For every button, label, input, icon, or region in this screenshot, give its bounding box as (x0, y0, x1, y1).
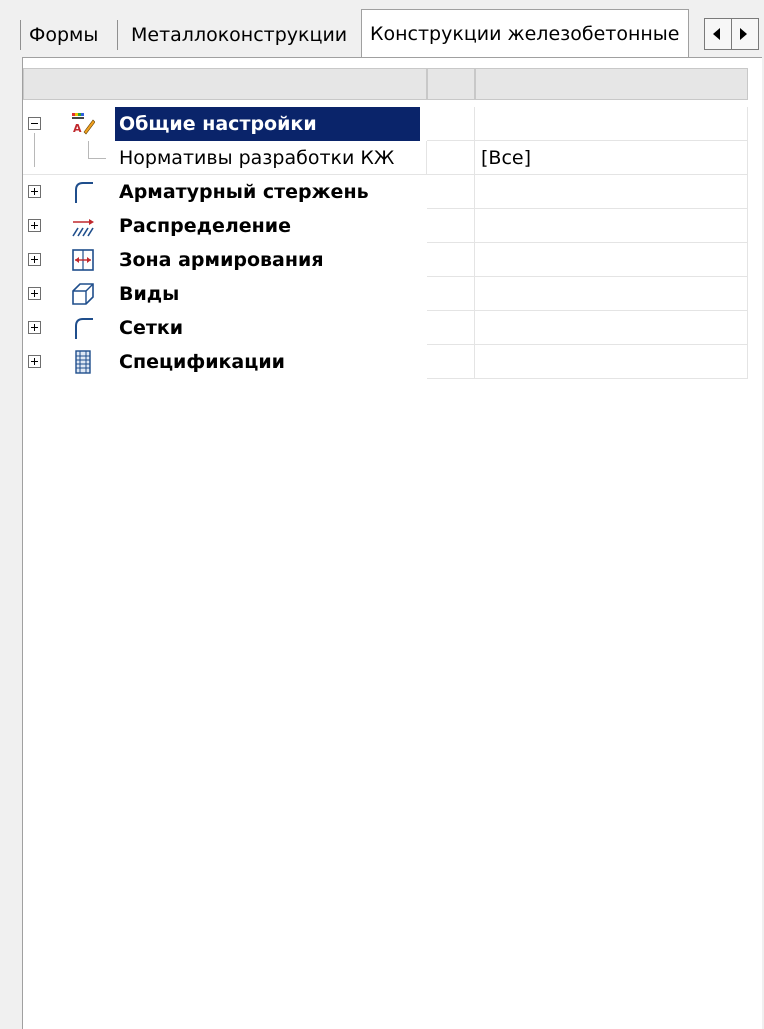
arrow-left-icon (713, 28, 720, 40)
expand-button[interactable] (28, 253, 41, 266)
tree-row-label: Зона армирования (119, 249, 324, 271)
tree-row-label: Распределение (119, 215, 291, 237)
tree-row-label: Арматурный стержень (119, 181, 369, 203)
tab-divider (117, 20, 118, 50)
plus-icon (31, 222, 38, 229)
tree-row-label: Сетки (119, 317, 184, 339)
tab-metal-structures[interactable]: Металлоконструкции (131, 18, 347, 52)
tab-reinforced-concrete[interactable]: Конструкции железобетонные (361, 9, 689, 58)
kzh-norms-value[interactable]: [Все] (481, 141, 531, 175)
plus-icon (31, 358, 38, 365)
tree-cell (427, 277, 475, 311)
tree-cell (427, 141, 475, 175)
tab-scroll-right-button[interactable] (731, 18, 759, 50)
plus-icon (31, 256, 38, 263)
tree-row-label: Спецификации (119, 351, 285, 373)
general-settings-icon: A (71, 112, 96, 136)
tree-value-cell[interactable] (475, 243, 748, 277)
mesh-icon (71, 316, 95, 340)
views-icon (71, 282, 95, 306)
tree-cell (427, 243, 475, 277)
tree-row-specifications[interactable]: Спецификации (23, 345, 762, 379)
property-tree-panel: A Общие настройки Нормативы разработки К… (22, 57, 762, 1029)
tree-value-cell[interactable] (475, 209, 748, 243)
tree-cell (427, 175, 475, 209)
tab-scroll-left-button[interactable] (704, 18, 732, 50)
tree-row-rebar[interactable]: Арматурный стержень (23, 175, 762, 209)
expand-button[interactable] (28, 219, 41, 232)
reinforcement-zone-icon (71, 248, 95, 272)
tree-cell (427, 209, 475, 243)
tree-value-cell[interactable] (475, 107, 748, 141)
tree-row-reinforcement-zone[interactable]: Зона армирования (23, 243, 762, 277)
plus-icon (31, 290, 38, 297)
tree-row-kzh-norms[interactable]: Нормативы разработки КЖ [Все] (23, 133, 762, 175)
plus-icon (31, 188, 38, 195)
expand-button[interactable] (28, 287, 41, 300)
column-header-value[interactable] (475, 68, 748, 100)
arrow-right-icon (740, 28, 747, 40)
rebar-icon (71, 180, 95, 204)
tree-cell (23, 141, 427, 175)
tree-cell (427, 311, 475, 345)
tree-value-cell[interactable] (475, 345, 748, 379)
tab-strip: Формы Металлоконструкции Конструкции жел… (0, 0, 764, 58)
tree-row-meshes[interactable]: Сетки (23, 311, 762, 345)
column-header-spacer[interactable] (427, 68, 475, 100)
minus-icon (31, 123, 38, 124)
column-header (23, 68, 762, 100)
expand-button[interactable] (28, 355, 41, 368)
column-header-name[interactable] (23, 68, 427, 100)
tree-row-general-settings[interactable]: A Общие настройки (23, 107, 762, 141)
tab-forms[interactable]: Формы (29, 18, 98, 52)
tree-cell (427, 107, 475, 141)
expand-button[interactable] (28, 321, 41, 334)
specifications-icon (71, 350, 95, 374)
svg-text:A: A (73, 122, 82, 135)
tree-row-views[interactable]: Виды (23, 277, 762, 311)
tree-cell (427, 345, 475, 379)
tree-row-label: Общие настройки (115, 107, 420, 141)
tree-row-label: Виды (119, 283, 180, 305)
plus-icon (31, 324, 38, 331)
tree-value-cell[interactable] (475, 175, 748, 209)
collapse-button[interactable] (28, 117, 41, 130)
distribution-icon (71, 214, 95, 238)
tree-value-cell[interactable] (475, 311, 748, 345)
tab-divider (20, 20, 21, 50)
tree-row-distribution[interactable]: Распределение (23, 209, 762, 243)
expand-button[interactable] (28, 185, 41, 198)
tree-value-cell[interactable] (475, 277, 748, 311)
